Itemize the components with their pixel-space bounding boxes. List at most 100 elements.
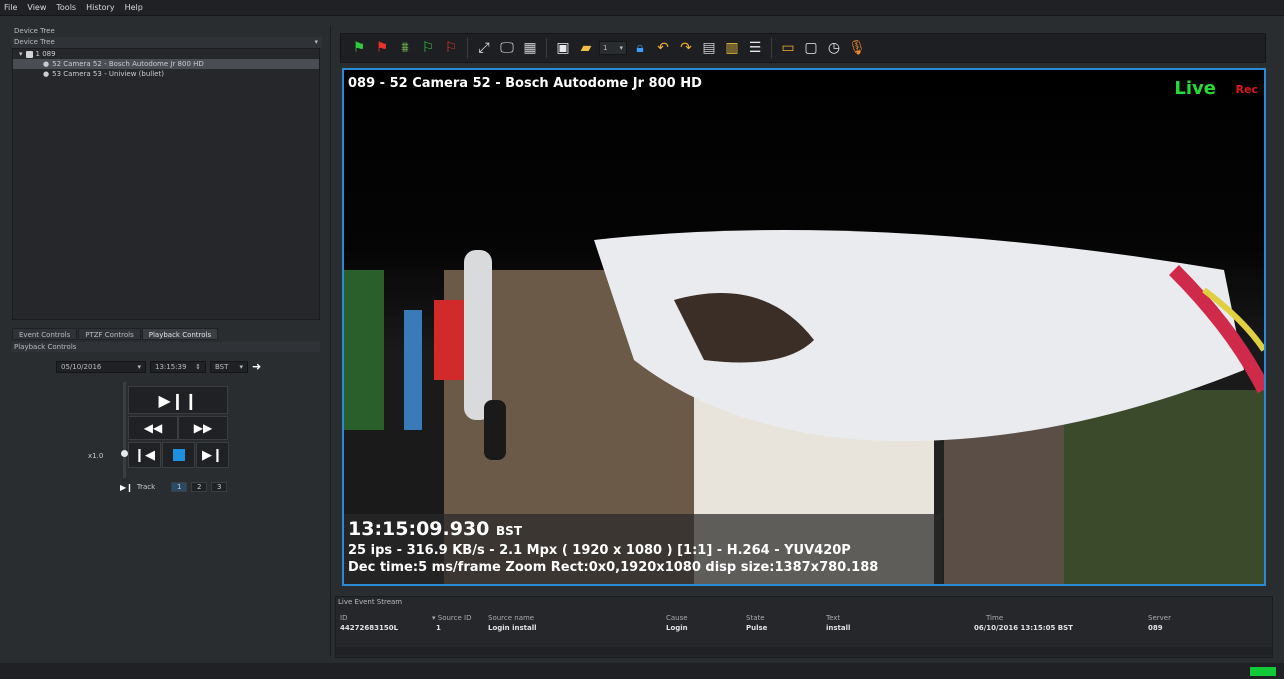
- menu-bar: File View Tools History Help: [0, 0, 1284, 16]
- device-tree-header[interactable]: Device Tree ▾: [12, 37, 322, 48]
- timezone-value: BST: [215, 362, 229, 371]
- playback-datetime-row: 05/10/2016 ▾ 13:15:39 ⇕ BST ▾ ➜: [56, 360, 261, 373]
- osd-timestamp: 13:15:09.930 BST: [348, 518, 938, 542]
- device-tree-header-label: Device Tree: [14, 38, 55, 46]
- toolbar-separator: [467, 38, 468, 58]
- cell-cause: Login: [666, 624, 688, 632]
- cell-text: install: [826, 624, 851, 632]
- monitor-icon[interactable]: 🖵: [497, 38, 517, 58]
- menu-history[interactable]: History: [86, 3, 114, 12]
- tree-item-camera-53[interactable]: ● 53 Camera 53 - Uniview (bullet): [13, 69, 319, 79]
- chevron-down-icon[interactable]: ▾: [239, 362, 243, 372]
- cell-time: 06/10/2016 13:15:05 BST: [974, 624, 1073, 632]
- microphone-icon[interactable]: 🎙︎: [847, 38, 867, 58]
- skip-back-button[interactable]: ❙◀: [128, 442, 161, 468]
- tree-item-site[interactable]: ▾ 1 089: [13, 49, 319, 59]
- fullscreen-icon[interactable]: ⤢: [474, 38, 494, 58]
- toolbar-separator: [546, 38, 547, 58]
- chevron-down-icon[interactable]: ▾: [619, 44, 623, 52]
- menu-view[interactable]: View: [27, 3, 46, 12]
- event-table: ID ▾ Source ID Source name Cause State T…: [336, 613, 1272, 633]
- device-tree-panel-title: Device Tree: [14, 27, 55, 35]
- video-viewport[interactable]: 089 - 52 Camera 52 - Bosch Autodome Jr 8…: [342, 68, 1266, 586]
- play-track-icon[interactable]: ▶❙: [120, 483, 133, 492]
- panel-splitter[interactable]: [330, 26, 331, 656]
- video-toolbar: ⚑ ⚑ ⩩ ⚐ ⚐ ⤢ 🖵 ▦ ▣ ▰ 1 ▾ 🔒︎ ↶ ↷ ▤ ▥ ☰ ▭ ▢…: [340, 33, 1266, 63]
- column-header-text[interactable]: Text: [826, 613, 840, 623]
- window-icon[interactable]: ▢: [801, 38, 821, 58]
- play-pause-button[interactable]: ▶❙❙: [128, 386, 228, 414]
- snapshot-icon[interactable]: ▣: [553, 38, 573, 58]
- undo-icon[interactable]: ↶: [653, 38, 673, 58]
- track-row: ▶❙ Track 1 2 3: [120, 482, 228, 492]
- tree-item-label: 53 Camera 53 - Uniview (bullet): [52, 70, 164, 78]
- skip-back-icon: ❙◀: [134, 447, 155, 463]
- stop-button[interactable]: [162, 442, 195, 468]
- settings-icon[interactable]: ☰: [745, 38, 765, 58]
- rec-indicator: Rec: [1235, 83, 1258, 96]
- skip-forward-button[interactable]: ▶❙: [196, 442, 229, 468]
- table-row[interactable]: 44272683150L 1 Login install Login Pulse…: [336, 623, 1272, 633]
- camera-icon: ●: [43, 70, 50, 78]
- zoom-rect-icon[interactable]: ▤: [699, 38, 719, 58]
- go-arrow-icon[interactable]: ➜: [252, 360, 261, 373]
- timezone-select[interactable]: BST ▾: [210, 360, 248, 373]
- flag-red-icon[interactable]: ⚑: [372, 38, 392, 58]
- video-osd: 13:15:09.930 BST 25 ips - 316.9 KB/s - 2…: [344, 514, 942, 584]
- spinner-icon[interactable]: ⇕: [195, 362, 201, 372]
- tree-item-label: 52 Camera 52 - Bosch Autodome Jr 800 HD: [52, 60, 204, 68]
- live-indicator: Live: [1174, 78, 1216, 99]
- folder-icon[interactable]: ▰: [576, 38, 596, 58]
- osd-time-value: 13:15:09.930: [348, 518, 490, 540]
- column-header-cause[interactable]: Cause: [666, 613, 688, 623]
- stream-select[interactable]: 1 ▾: [599, 41, 627, 55]
- event-table-header: ID ▾ Source ID Source name Cause State T…: [336, 613, 1272, 623]
- export-icon[interactable]: ⩩: [395, 38, 415, 58]
- column-header-source-name[interactable]: Source name: [488, 613, 534, 623]
- flag-start-icon[interactable]: ⚐: [418, 38, 438, 58]
- track-2-button[interactable]: 2: [191, 482, 208, 492]
- clock-icon[interactable]: ◷: [824, 38, 844, 58]
- overlay-icon[interactable]: ▭: [778, 38, 798, 58]
- track-1-button[interactable]: 1: [171, 482, 188, 492]
- horizontal-scrollbar[interactable]: [336, 647, 1272, 655]
- flag-green-icon[interactable]: ⚑: [349, 38, 369, 58]
- date-field[interactable]: 05/10/2016 ▾: [56, 360, 146, 373]
- chevron-down-icon[interactable]: ▾: [137, 362, 141, 372]
- lock-icon[interactable]: 🔒︎: [630, 38, 650, 58]
- expand-arrow-icon[interactable]: ▾: [19, 49, 23, 59]
- tab-ptzf-controls[interactable]: PTZF Controls: [78, 328, 141, 340]
- stream-select-value: 1: [603, 44, 608, 52]
- tree-item-camera-52[interactable]: ● 52 Camera 52 - Bosch Autodome Jr 800 H…: [13, 59, 319, 69]
- column-header-server[interactable]: Server: [1148, 613, 1171, 623]
- chevron-down-icon[interactable]: ▾: [314, 37, 318, 48]
- adjust-icon[interactable]: ▥: [722, 38, 742, 58]
- menu-file[interactable]: File: [4, 3, 17, 12]
- column-header-state[interactable]: State: [746, 613, 765, 623]
- fast-forward-button[interactable]: ▶▶: [178, 416, 228, 440]
- column-header-id[interactable]: ID: [340, 613, 347, 623]
- menu-tools[interactable]: Tools: [56, 3, 76, 12]
- track-label: Track: [136, 483, 156, 491]
- device-tree: ▾ 1 089 ● 52 Camera 52 - Bosch Autodome …: [12, 48, 320, 320]
- tab-event-controls[interactable]: Event Controls: [12, 328, 78, 340]
- event-stream-title: Live Event Stream: [338, 598, 403, 606]
- time-field[interactable]: 13:15:39 ⇕: [150, 360, 206, 373]
- redo-icon[interactable]: ↷: [676, 38, 696, 58]
- column-header-source-id[interactable]: ▾ Source ID: [432, 613, 471, 623]
- camera-title: 089 - 52 Camera 52 - Bosch Autodome Jr 8…: [348, 76, 702, 91]
- live-event-stream: Live Event Stream ID ▾ Source ID Source …: [335, 596, 1273, 658]
- menu-help[interactable]: Help: [125, 3, 143, 12]
- toolbar-separator: [771, 38, 772, 58]
- cell-source-name: Login install: [488, 624, 537, 632]
- rewind-button[interactable]: ◀◀: [128, 416, 178, 440]
- speed-slider[interactable]: [121, 382, 128, 478]
- playback-controls-title: Playback Controls: [12, 342, 320, 352]
- flag-end-icon[interactable]: ⚐: [441, 38, 461, 58]
- tab-playback-controls[interactable]: Playback Controls: [141, 328, 219, 340]
- column-header-time[interactable]: Time: [986, 613, 1003, 623]
- server-icon: [25, 50, 33, 58]
- layout-icon[interactable]: ▦: [520, 38, 540, 58]
- track-3-button[interactable]: 3: [211, 482, 228, 492]
- speed-slider-handle[interactable]: [121, 450, 128, 457]
